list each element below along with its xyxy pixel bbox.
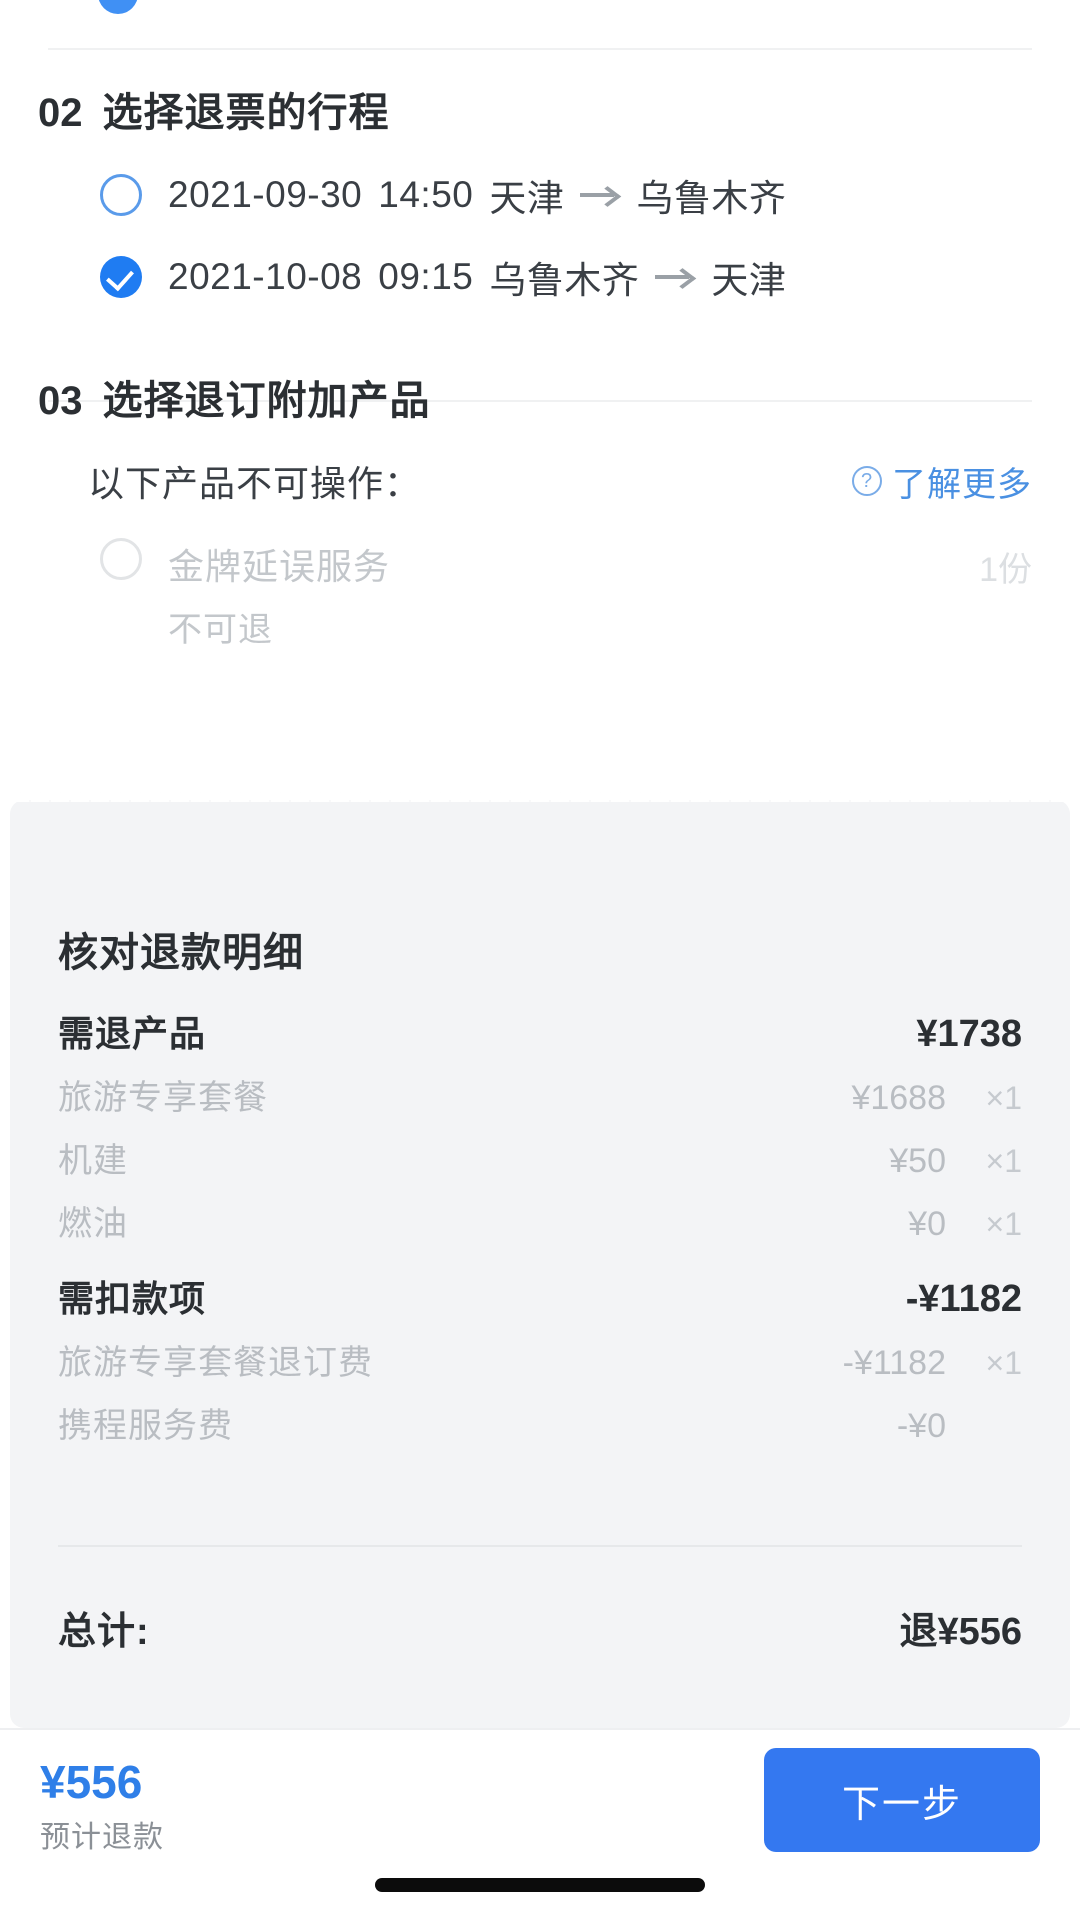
item-value-wrap: ¥50 ×1 xyxy=(889,1142,1022,1181)
trip-label: 2021-10-08 09:15 乌鲁木齐 天津 xyxy=(168,250,786,304)
previous-section-radio-partial[interactable] xyxy=(98,0,138,14)
total-value-wrap: 退¥556 xyxy=(899,1600,1022,1655)
receipt-line-item: 携程服务费 -¥0 xyxy=(58,1398,1022,1447)
refund-selection-screen: 02 选择退票的行程 2021-09-30 14:50 天津 乌鲁木齐 2021… xyxy=(0,0,1080,1914)
section-title: 选择退票的行程 xyxy=(103,80,390,138)
item-amount: ¥0 xyxy=(908,1205,946,1244)
radio-disabled-icon xyxy=(100,538,142,580)
bottom-action-bar: ¥556 预计退款 下一步 xyxy=(0,1728,1080,1914)
item-value-wrap: ¥0 ×1 xyxy=(908,1205,1022,1244)
section-number: 03 xyxy=(38,379,83,424)
trip-label: 2021-09-30 14:50 天津 乌鲁木齐 xyxy=(168,168,786,222)
section-title: 选择退订附加产品 xyxy=(103,368,431,426)
estimated-refund-amount: ¥556 xyxy=(40,1758,164,1806)
item-label: 旅游专享套餐退订费 xyxy=(58,1335,373,1384)
trip-date: 2021-10-08 xyxy=(168,256,362,298)
group-amount-wrap: -¥1182 xyxy=(906,1278,1022,1321)
receipt-total-divider xyxy=(58,1545,1022,1547)
group-amount: ¥1738 xyxy=(916,1013,1022,1056)
receipt-group-header: 需扣款项 -¥1182 xyxy=(58,1270,1022,1322)
item-label: 旅游专享套餐 xyxy=(58,1070,268,1119)
trip-time: 09:15 xyxy=(378,256,473,298)
estimated-refund-caption: 预计退款 xyxy=(40,1812,164,1856)
trip-date: 2021-09-30 xyxy=(168,174,362,216)
divider-above-section-02 xyxy=(48,48,1032,50)
addon-text-group: 金牌延误服务 不可退 xyxy=(168,538,390,651)
group-label: 需扣款项 xyxy=(58,1270,206,1322)
item-label: 燃油 xyxy=(58,1196,128,1245)
item-value-wrap: -¥0 xyxy=(897,1407,1022,1446)
trip-time: 14:50 xyxy=(378,174,473,216)
receipt-serrated-edge xyxy=(10,790,1070,802)
item-amount: -¥1182 xyxy=(843,1344,946,1383)
section-header-03: 03 选择退订附加产品 xyxy=(38,368,431,426)
trip-from: 乌鲁木齐 xyxy=(489,250,639,304)
addon-name: 金牌延误服务 xyxy=(168,538,390,590)
total-amount: 退¥556 xyxy=(899,1600,1022,1655)
item-quantity: ×1 xyxy=(974,1206,1022,1243)
section-header-02: 02 选择退票的行程 xyxy=(38,80,390,138)
addon-notice-text: 以下产品不可操作： xyxy=(88,455,421,507)
receipt-line-item: 燃油 ¥0 ×1 xyxy=(58,1196,1022,1245)
addon-status: 不可退 xyxy=(168,602,390,651)
receipt-title: 核对退款明细 xyxy=(58,920,304,978)
group-amount-wrap: ¥1738 xyxy=(916,1013,1022,1056)
radio-selected-icon[interactable] xyxy=(100,256,142,298)
next-step-button[interactable]: 下一步 xyxy=(764,1748,1040,1852)
group-amount: -¥1182 xyxy=(906,1278,1022,1321)
receipt-group-header: 需退产品 ¥1738 xyxy=(58,1005,1022,1057)
item-label: 机建 xyxy=(58,1133,128,1182)
radio-unselected-icon[interactable] xyxy=(100,174,142,216)
section-number: 02 xyxy=(38,91,83,136)
group-label: 需退产品 xyxy=(58,1005,206,1057)
learn-more-link[interactable]: ? 了解更多 xyxy=(852,457,1032,506)
question-circle-icon: ? xyxy=(852,466,882,496)
refund-summary-card: 核对退款明细 需退产品 ¥1738 旅游专享套餐 ¥1688 ×1 机建 ¥50… xyxy=(10,800,1070,1728)
arrow-right-icon xyxy=(580,184,620,206)
receipt-total-row: 总计: 退¥556 xyxy=(58,1600,1022,1655)
item-quantity: ×1 xyxy=(974,1080,1022,1117)
trip-to: 天津 xyxy=(711,250,786,304)
trip-from: 天津 xyxy=(489,168,564,222)
item-quantity: ×1 xyxy=(974,1345,1022,1382)
receipt-line-item: 机建 ¥50 ×1 xyxy=(58,1133,1022,1182)
receipt-line-item: 旅游专享套餐 ¥1688 ×1 xyxy=(58,1070,1022,1119)
addon-item-row: 金牌延误服务 不可退 1份 xyxy=(100,538,1032,651)
home-indicator xyxy=(375,1878,705,1892)
trip-option-1[interactable]: 2021-10-08 09:15 乌鲁木齐 天津 xyxy=(100,250,786,304)
addon-notice-row: 以下产品不可操作： ? 了解更多 xyxy=(88,455,1032,507)
addon-left-group: 金牌延误服务 不可退 xyxy=(100,538,390,651)
receipt-line-item: 旅游专享套餐退订费 -¥1182 ×1 xyxy=(58,1335,1022,1384)
item-value-wrap: ¥1688 ×1 xyxy=(851,1079,1022,1118)
learn-more-label: 了解更多 xyxy=(892,457,1032,506)
item-quantity: ×1 xyxy=(974,1143,1022,1180)
item-amount: ¥50 xyxy=(889,1142,946,1181)
trip-to: 乌鲁木齐 xyxy=(636,168,786,222)
item-value-wrap: -¥1182 ×1 xyxy=(843,1344,1022,1383)
total-label: 总计: xyxy=(58,1600,150,1655)
addon-quantity: 1份 xyxy=(979,538,1032,591)
item-amount: ¥1688 xyxy=(851,1079,946,1118)
estimated-refund-block: ¥556 预计退款 xyxy=(40,1758,164,1856)
trip-option-0[interactable]: 2021-09-30 14:50 天津 乌鲁木齐 xyxy=(100,168,786,222)
item-amount: -¥0 xyxy=(897,1407,946,1446)
item-label: 携程服务费 xyxy=(58,1398,233,1447)
arrow-right-icon xyxy=(655,266,695,288)
